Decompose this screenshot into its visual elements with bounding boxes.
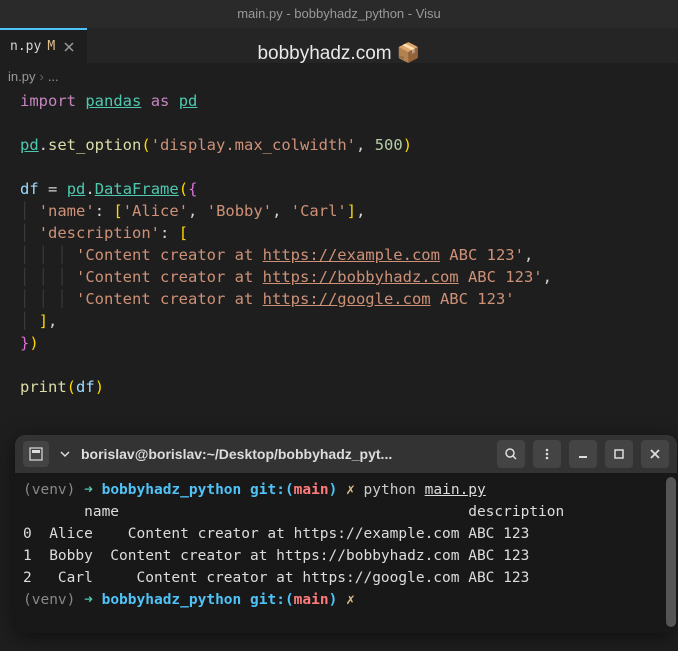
- code-line: [20, 112, 678, 134]
- terminal-title: borislav@borislav:~/Desktop/bobbyhadz_py…: [81, 446, 489, 462]
- chevron-down-icon[interactable]: [57, 441, 73, 467]
- close-icon[interactable]: [61, 39, 77, 55]
- minimize-icon[interactable]: [569, 440, 597, 468]
- code-line: │ │ │ 'Content creator at https://bobbyh…: [20, 266, 678, 288]
- terminal-line: (venv) ➜ bobbyhadz_python git:(main) ✗ p…: [23, 479, 669, 501]
- code-editor[interactable]: import pandas as pd pd.set_option('displ…: [0, 88, 678, 398]
- tab-modified-indicator: M: [47, 39, 55, 54]
- scrollbar[interactable]: [666, 477, 676, 627]
- window-title-bar: main.py - bobbyhadz_python - Visu: [0, 0, 678, 28]
- menu-icon[interactable]: [533, 440, 561, 468]
- code-line: [20, 156, 678, 178]
- terminal-output: 0 Alice Content creator at https://examp…: [23, 523, 669, 545]
- chevron-right-icon: ›: [39, 69, 43, 84]
- maximize-icon[interactable]: [605, 440, 633, 468]
- code-line: │ │ │ 'Content creator at https://exampl…: [20, 244, 678, 266]
- code-line: import pandas as pd: [20, 90, 678, 112]
- code-line: │ 'name': ['Alice', 'Bobby', 'Carl'],: [20, 200, 678, 222]
- code-line: │ ],: [20, 310, 678, 332]
- breadcrumb-rest: ...: [48, 69, 59, 84]
- terminal-tab-icon[interactable]: [23, 441, 49, 467]
- breadcrumb[interactable]: in.py › ...: [0, 64, 678, 88]
- code-line: │ │ │ 'Content creator at https://google…: [20, 288, 678, 310]
- code-line: [20, 354, 678, 376]
- terminal-output: name description: [23, 501, 669, 523]
- terminal-body[interactable]: (venv) ➜ bobbyhadz_python git:(main) ✗ p…: [15, 473, 677, 617]
- terminal-titlebar: borislav@borislav:~/Desktop/bobbyhadz_py…: [15, 435, 677, 473]
- tab-filename: n.py: [10, 39, 41, 54]
- editor-tab-bar: n.py M: [0, 28, 678, 64]
- window-title: main.py - bobbyhadz_python - Visu: [237, 6, 441, 21]
- code-line: }): [20, 332, 678, 354]
- code-line: print(df): [20, 376, 678, 398]
- terminal-output: 2 Carl Content creator at https://google…: [23, 567, 669, 589]
- editor-tab[interactable]: n.py M: [0, 28, 87, 64]
- code-line: pd.set_option('display.max_colwidth', 50…: [20, 134, 678, 156]
- code-line: df = pd.DataFrame({: [20, 178, 678, 200]
- close-icon[interactable]: [641, 440, 669, 468]
- terminal-window: borislav@borislav:~/Desktop/bobbyhadz_py…: [15, 435, 677, 633]
- terminal-line: (venv) ➜ bobbyhadz_python git:(main) ✗: [23, 589, 669, 611]
- breadcrumb-file: in.py: [8, 69, 35, 84]
- terminal-output: 1 Bobby Content creator at https://bobby…: [23, 545, 669, 567]
- search-icon[interactable]: [497, 440, 525, 468]
- code-line: │ 'description': [: [20, 222, 678, 244]
